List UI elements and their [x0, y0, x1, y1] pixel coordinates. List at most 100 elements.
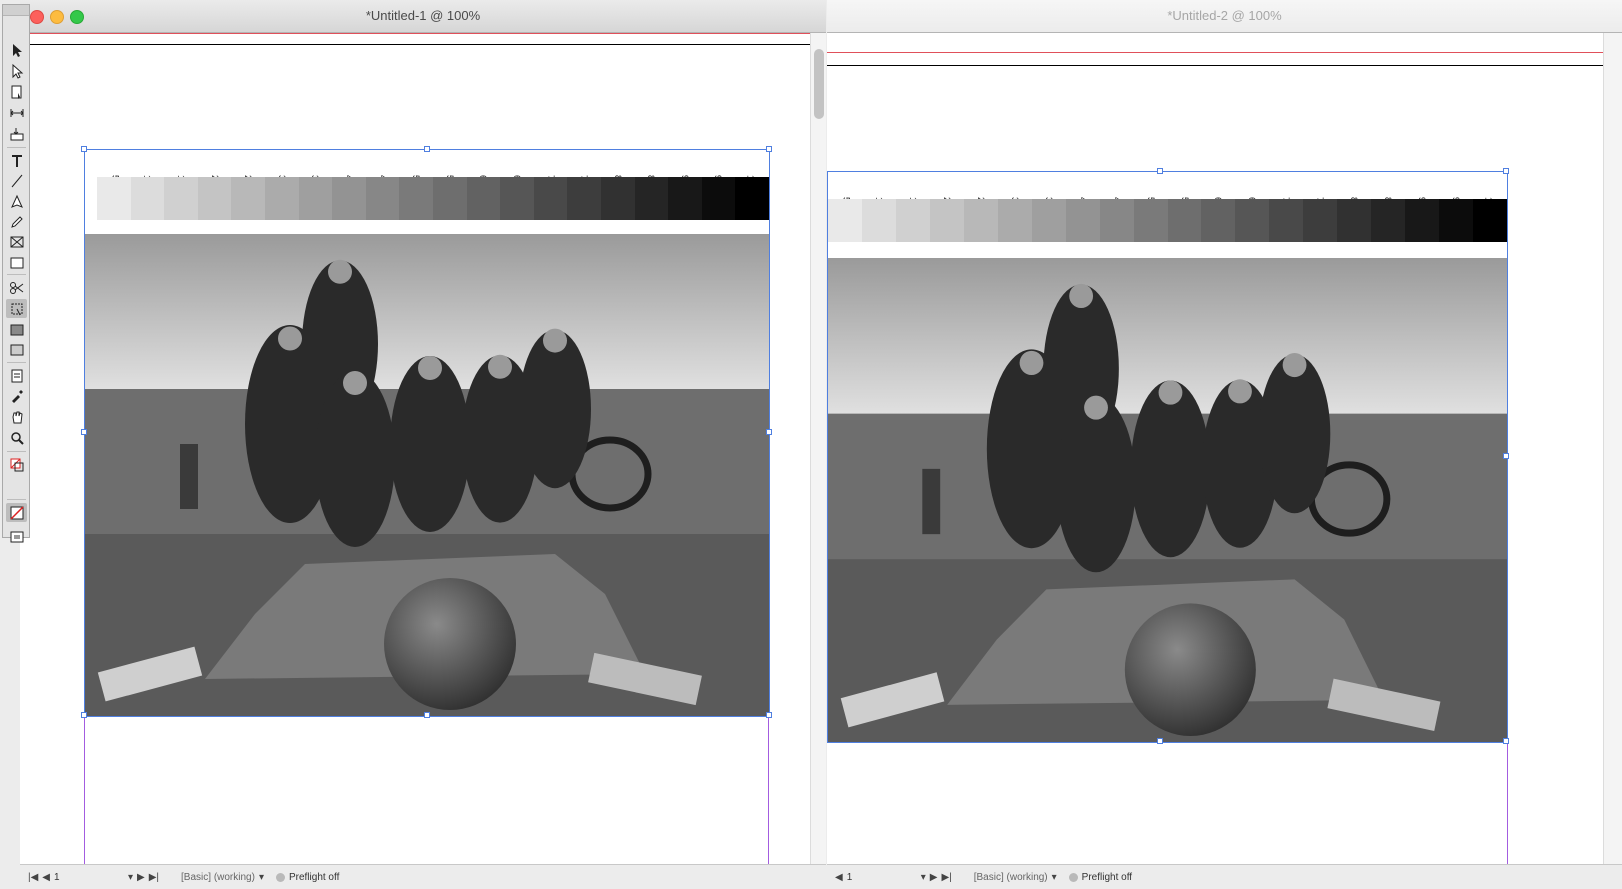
- type-tool[interactable]: [6, 151, 27, 170]
- ramp-swatch: [861, 199, 896, 242]
- direct-selection-tool[interactable]: [6, 61, 27, 80]
- scissors-tool[interactable]: [6, 278, 27, 297]
- frame-handle[interactable]: [1157, 168, 1163, 174]
- frame-handle[interactable]: [81, 712, 87, 718]
- page-number[interactable]: 1: [847, 872, 917, 883]
- gradient-feather-tool[interactable]: [6, 340, 27, 359]
- line-tool[interactable]: [6, 171, 27, 190]
- last-page-icon[interactable]: ▶|: [941, 872, 951, 883]
- next-page-icon[interactable]: ▶: [930, 872, 938, 883]
- panel-grip[interactable]: [3, 5, 29, 16]
- fill-stroke-swatch[interactable]: [6, 455, 27, 474]
- ramp-swatch: [264, 177, 299, 220]
- tool-separator: [7, 274, 26, 275]
- type-icon: [11, 154, 22, 167]
- person-head: [543, 328, 567, 353]
- pen-tool[interactable]: [6, 192, 27, 211]
- page-number[interactable]: 1: [54, 872, 124, 883]
- person-head: [343, 371, 367, 395]
- frame-handle[interactable]: [81, 429, 87, 435]
- page-nav[interactable]: |◀ ◀ 1 ▾ ▶ ▶|: [28, 872, 159, 883]
- page-canvas[interactable]: 5 k10 k15 k20 k25 k30 k35 k40 k45 k50 k5…: [20, 33, 810, 865]
- frame-handle[interactable]: [1503, 453, 1509, 459]
- pencil-tool[interactable]: [6, 212, 27, 231]
- frame-handle[interactable]: [81, 146, 87, 152]
- eyedropper-tool[interactable]: [6, 386, 27, 405]
- tool-separator: [7, 362, 26, 363]
- frame-handle[interactable]: [424, 712, 430, 718]
- tool-separator: [7, 147, 26, 148]
- rectangle-tool[interactable]: [6, 253, 27, 272]
- ramp-swatch: [1235, 199, 1270, 242]
- chevron-down-icon[interactable]: ▾: [259, 872, 264, 883]
- vertical-scrollbar[interactable]: [810, 33, 826, 865]
- ramp-tick-label: 75 k: [1303, 172, 1337, 214]
- gradient-swatch-icon: [10, 324, 23, 335]
- person-head: [1282, 352, 1307, 378]
- image-frame[interactable]: 5 k10 k15 k20 k25 k30 k35 k40 k45 k50 k5…: [827, 171, 1508, 743]
- screen-mode-icon: [10, 531, 23, 542]
- selection-tool[interactable]: [6, 40, 27, 59]
- hand-tool[interactable]: [6, 407, 27, 426]
- tool-separator: [7, 499, 26, 500]
- page-dropdown-icon[interactable]: ▾: [128, 872, 133, 883]
- ramp-tick-label: 30 k: [265, 150, 299, 192]
- tool-separator: [7, 451, 26, 452]
- page-nav[interactable]: ◀ 1 ▾ ▶ ▶|: [835, 872, 952, 883]
- person: [1130, 380, 1211, 558]
- page-dropdown-icon[interactable]: ▾: [921, 872, 926, 883]
- ramp-tick-label: 95 k: [1439, 172, 1473, 214]
- first-page-icon[interactable]: |◀: [28, 872, 38, 883]
- zoom-tool[interactable]: [6, 428, 27, 447]
- apply-none[interactable]: [6, 503, 27, 522]
- frame-handle[interactable]: [766, 146, 772, 152]
- screen-mode[interactable]: [6, 527, 27, 546]
- frame-handle[interactable]: [766, 712, 772, 718]
- zoom-window-button[interactable]: [70, 10, 84, 24]
- content-collector-tool[interactable]: [6, 124, 27, 143]
- preflight-status[interactable]: Preflight off: [275, 872, 339, 883]
- gradient-swatch-tool[interactable]: [6, 320, 27, 339]
- ramp-tick-label: 70 k: [1269, 172, 1303, 214]
- scrollbar-thumb[interactable]: [814, 49, 824, 119]
- profile-menu[interactable]: [Basic] (working) ▾: [181, 872, 264, 883]
- ramp-swatch: [1201, 199, 1236, 242]
- image-frame[interactable]: 5 k10 k15 k20 k25 k30 k35 k40 k45 k50 k5…: [84, 149, 770, 717]
- ramp-swatch: [231, 177, 265, 220]
- grayscale-ramp: [97, 177, 769, 220]
- frame-handle[interactable]: [1503, 738, 1509, 744]
- margin-guide: [20, 33, 810, 34]
- grayscale-ramp-labels: 5 k10 k15 k20 k25 k30 k35 k40 k45 k50 k5…: [97, 150, 769, 197]
- last-page-icon[interactable]: ▶|: [149, 872, 159, 883]
- prev-page-icon[interactable]: ◀: [42, 872, 50, 883]
- gap-tool[interactable]: [6, 103, 27, 122]
- column-guide: [768, 713, 769, 865]
- profile-menu[interactable]: [Basic] (working) ▾: [974, 872, 1057, 883]
- next-page-icon[interactable]: ▶: [137, 872, 145, 883]
- page-canvas[interactable]: 5 k10 k15 k20 k25 k30 k35 k40 k45 k50 k5…: [827, 33, 1603, 865]
- vertical-scrollbar[interactable]: [1603, 33, 1622, 865]
- document-window-2: *Untitled-2 @ 100% 5 k10 k15 k20 k25 k30…: [827, 0, 1622, 889]
- frame-handle[interactable]: [766, 429, 772, 435]
- person-head: [1069, 283, 1094, 309]
- frame-handle[interactable]: [424, 146, 430, 152]
- page-tool[interactable]: [6, 82, 27, 101]
- ramp-tick-label: 40 k: [332, 150, 366, 192]
- ramp-tick-label: 85 k: [1371, 172, 1405, 214]
- free-transform-tool[interactable]: [6, 299, 27, 318]
- ball: [384, 578, 516, 710]
- window-title-bar[interactable]: *Untitled-2 @ 100%: [827, 0, 1622, 33]
- window-title-bar[interactable]: *Untitled-1 @ 100%: [20, 0, 826, 33]
- minimize-window-button[interactable]: [50, 10, 64, 24]
- rectangle-frame-tool[interactable]: [6, 232, 27, 251]
- preflight-status[interactable]: Preflight off: [1068, 872, 1132, 883]
- grayscale-ramp: [828, 199, 1507, 242]
- chevron-down-icon[interactable]: ▾: [1052, 872, 1057, 883]
- person: [519, 329, 591, 489]
- document-window-1: *Untitled-1 @ 100% 5 k10 k15 k20 k25 k30…: [20, 0, 826, 889]
- note-tool[interactable]: [6, 366, 27, 385]
- prev-page-icon[interactable]: ◀: [835, 872, 843, 883]
- frame-handle[interactable]: [1157, 738, 1163, 744]
- frame-handle[interactable]: [1503, 168, 1509, 174]
- close-window-button[interactable]: [30, 10, 44, 24]
